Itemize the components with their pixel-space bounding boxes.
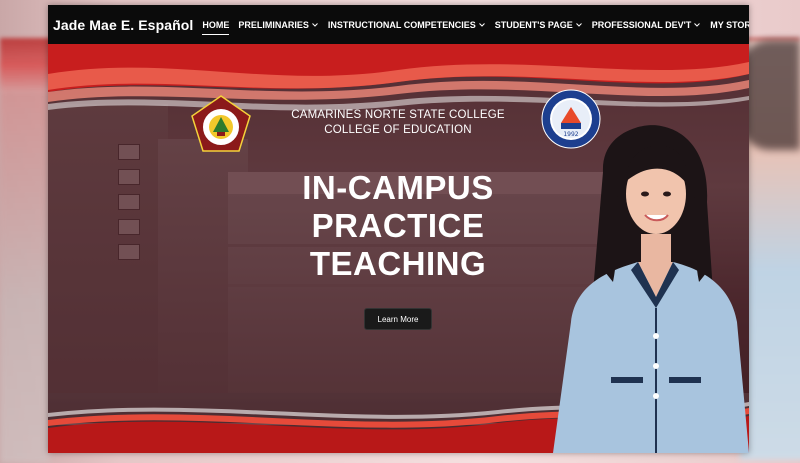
nav-item-instructional-competencies[interactable]: INSTRUCTIONAL COMPETENCIES <box>328 20 486 30</box>
nav-item-preliminaries[interactable]: PRELIMINARIES <box>238 20 319 30</box>
chevron-down-icon <box>575 22 582 27</box>
chevron-down-icon <box>478 22 485 27</box>
nav-item-label: PRELIMINARIES <box>238 19 309 30</box>
headline-line1: IN-CAMPUS <box>302 169 494 206</box>
college-seal-icon <box>191 95 251 152</box>
backdrop-hair-blur <box>740 40 800 150</box>
nav-item-home[interactable]: HOME <box>202 19 230 35</box>
hero-banner: CAMARINES NORTE STATE COLLEGE COLLEGE OF… <box>48 44 749 453</box>
website-screenshot: Jade Mae E. Español HOME PRELIMINARIES INS… <box>48 5 749 453</box>
nav-item-label: PROFESSIONAL DEV'T <box>591 19 692 30</box>
college-name: CAMARINES NORTE STATE COLLEGE COLLEGE OF… <box>278 108 518 138</box>
site-brand[interactable]: Jade Mae E. Español <box>53 17 193 33</box>
chevron-down-icon <box>694 22 701 27</box>
nav-item-label: INSTRUCTIONAL COMPETENCIES <box>327 19 476 30</box>
nav-item-professional-dev-t[interactable]: PROFESSIONAL DEV'T <box>592 20 702 30</box>
hero-headline: IN-CAMPUS PRACTICE TEACHING <box>263 169 533 283</box>
nav-item-label: HOME <box>202 19 230 30</box>
backdrop-left-blur <box>0 60 50 463</box>
college-name-line2: COLLEGE OF EDUCATION <box>324 124 472 136</box>
headline-line2: PRACTICE <box>311 207 485 244</box>
nav-item-student-s-page[interactable]: STUDENT'S PAGE <box>495 20 583 30</box>
student-portrait <box>553 125 749 453</box>
nav-item-my-story[interactable]: MY STORY <box>710 20 749 30</box>
main-nav: HOME PRELIMINARIES INSTRUCTIONAL COMPETENC… <box>193 19 749 35</box>
top-navbar: Jade Mae E. Español HOME PRELIMINARIES INS… <box>48 5 749 44</box>
chevron-down-icon <box>312 22 318 27</box>
college-name-line1: CAMARINES NORTE STATE COLLEGE <box>291 109 505 121</box>
nav-item-label: MY STORY <box>710 19 749 30</box>
learn-more-button[interactable]: Learn More <box>364 308 432 330</box>
nav-item-label: STUDENT'S PAGE <box>494 19 573 30</box>
headline-line3: TEACHING <box>309 245 487 282</box>
